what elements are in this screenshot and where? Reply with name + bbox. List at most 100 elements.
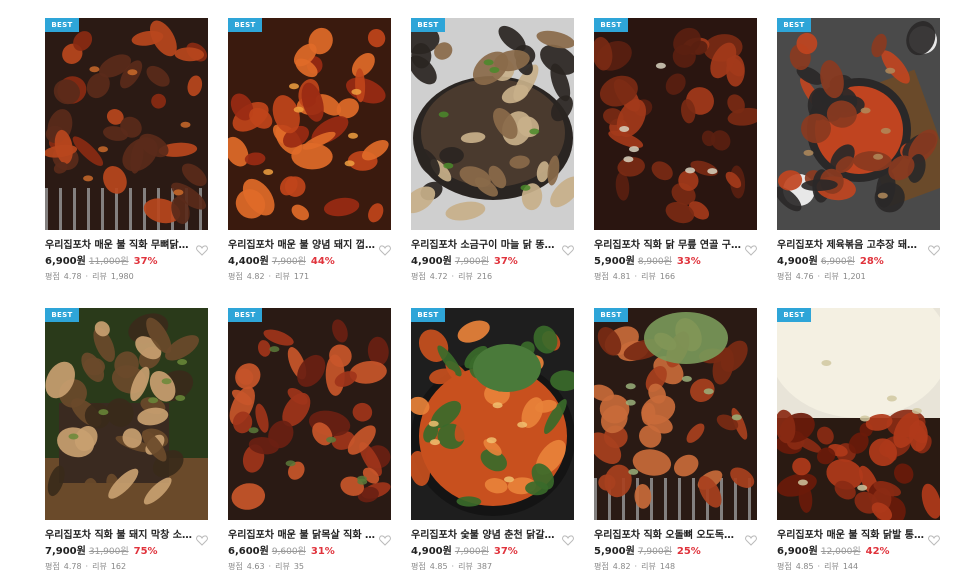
- product-image[interactable]: BEST: [411, 18, 574, 230]
- heart-icon[interactable]: [196, 531, 208, 546]
- separator: ·: [451, 562, 455, 571]
- product-image[interactable]: BEST: [45, 18, 208, 230]
- product-title[interactable]: 우리집포차 소금구이 마늘 닭 똥집 ...: [411, 238, 559, 254]
- review-count: 166: [659, 272, 676, 281]
- review-count: 1,980: [110, 272, 134, 281]
- product-title[interactable]: 우리집포차 매운 불 양념 돼지 껍데...: [228, 238, 376, 254]
- product-grid: BEST 우리집포차 매운 불 직화 무뼈닭발 ... 6,900원 11,000…: [0, 0, 966, 586]
- best-badge: BEST: [45, 308, 79, 322]
- product-card[interactable]: BEST 우리집포차 숯불 양념 춘천 닭갈비 ... 4,900원 7,900원…: [411, 308, 574, 574]
- heart-icon[interactable]: [562, 241, 574, 256]
- original-price: 11,000원: [88, 257, 129, 267]
- product-title[interactable]: 우리집포차 제육볶음 고추장 돼지 ...: [777, 238, 925, 254]
- heart-icon[interactable]: [928, 531, 940, 546]
- product-card[interactable]: BEST 우리집포차 소금구이 마늘 닭 똥집 ... 4,900원 7,900원…: [411, 18, 574, 284]
- heart-icon[interactable]: [562, 531, 574, 546]
- discount-rate: 37%: [493, 256, 518, 267]
- discount-rate: 25%: [676, 546, 701, 557]
- product-card[interactable]: BEST 우리집포차 매운 불 직화 무뼈닭발 ... 6,900원 11,000…: [45, 18, 208, 284]
- original-price: 9,600원: [271, 547, 306, 557]
- price-row: 4,900원 7,900원 37%: [411, 544, 574, 560]
- rating-review: 평점 4.78 · 리뷰 162: [45, 560, 208, 574]
- rating-label: 평점: [228, 272, 243, 281]
- price-row: 6,900원 12,000원 42%: [777, 544, 940, 560]
- product-card[interactable]: BEST 우리집포차 매운 불 닭목살 직화 구... 6,600원 9,600원…: [228, 308, 391, 574]
- price-row: 4,900원 7,900원 37%: [411, 254, 574, 270]
- discount-rate: 75%: [133, 546, 158, 557]
- product-card[interactable]: BEST 우리집포차 매운 불 양념 돼지 껍데... 4,400원 7,900원…: [228, 18, 391, 284]
- separator: ·: [85, 272, 89, 281]
- sale-price: 5,900원: [594, 546, 635, 557]
- sale-price: 4,900원: [411, 546, 452, 557]
- review-label: 리뷰: [641, 562, 656, 571]
- rating-label: 평점: [594, 272, 609, 281]
- discount-rate: 37%: [133, 256, 158, 267]
- review-count: 216: [476, 272, 493, 281]
- original-price: 7,900원: [271, 257, 306, 267]
- product-title[interactable]: 우리집포차 매운 불 닭목살 직화 구...: [228, 528, 376, 544]
- heart-icon[interactable]: [379, 531, 391, 546]
- separator: ·: [817, 272, 821, 281]
- product-image[interactable]: BEST: [777, 308, 940, 520]
- original-price: 31,900원: [88, 547, 129, 557]
- original-price: 7,900원: [454, 547, 489, 557]
- review-count: 148: [659, 562, 676, 571]
- rating-label: 평점: [411, 272, 426, 281]
- heart-icon[interactable]: [928, 241, 940, 256]
- review-count: 387: [476, 562, 493, 571]
- rating-label: 평점: [594, 562, 609, 571]
- product-title[interactable]: 우리집포차 직화 불 돼지 막창 소금...: [45, 528, 193, 544]
- rating-value: 4.76: [795, 272, 814, 281]
- product-card[interactable]: BEST 우리집포차 제육볶음 고추장 돼지 ... 4,900원 6,900원 2…: [777, 18, 940, 284]
- discount-rate: 33%: [676, 256, 701, 267]
- product-image[interactable]: BEST: [777, 18, 940, 230]
- rating-value: 4.78: [63, 562, 82, 571]
- product-card[interactable]: BEST 우리집포차 매운 불 직화 닭발 통 ... 6,900원 12,000…: [777, 308, 940, 574]
- heart-icon[interactable]: [196, 241, 208, 256]
- product-card[interactable]: BEST 우리집포차 직화 불 돼지 막창 소금... 7,900원 31,900…: [45, 308, 208, 574]
- separator: ·: [268, 272, 272, 281]
- rating-label: 평점: [411, 562, 426, 571]
- best-badge: BEST: [228, 18, 262, 32]
- rating-value: 4.72: [429, 272, 448, 281]
- best-badge: BEST: [777, 308, 811, 322]
- best-badge: BEST: [411, 18, 445, 32]
- discount-rate: 31%: [310, 546, 335, 557]
- best-badge: BEST: [411, 308, 445, 322]
- discount-rate: 28%: [859, 256, 884, 267]
- rating-label: 평점: [45, 562, 60, 571]
- product-image[interactable]: BEST: [228, 18, 391, 230]
- price-row: 4,900원 6,900원 28%: [777, 254, 940, 270]
- review-label: 리뷰: [824, 272, 839, 281]
- rating-value: 4.78: [63, 272, 82, 281]
- sale-price: 6,600원: [228, 546, 269, 557]
- product-title[interactable]: 우리집포차 숯불 양념 춘천 닭갈비 ...: [411, 528, 559, 544]
- product-image[interactable]: BEST: [594, 308, 757, 520]
- rating-value: 4.85: [429, 562, 448, 571]
- product-title[interactable]: 우리집포차 직화 닭 무릎 연골 구이...: [594, 238, 742, 254]
- sale-price: 4,400원: [228, 256, 269, 267]
- product-image[interactable]: BEST: [594, 18, 757, 230]
- separator: ·: [634, 272, 638, 281]
- review-count: 162: [110, 562, 127, 571]
- review-label: 리뷰: [824, 562, 839, 571]
- product-title[interactable]: 우리집포차 매운 불 직화 닭발 통 ...: [777, 528, 925, 544]
- product-image[interactable]: BEST: [45, 308, 208, 520]
- product-title[interactable]: 우리집포차 매운 불 직화 무뼈닭발 ...: [45, 238, 193, 254]
- product-card[interactable]: BEST 우리집포차 직화 닭 무릎 연골 구이... 5,900원 8,900원…: [594, 18, 757, 284]
- heart-icon[interactable]: [745, 241, 757, 256]
- rating-label: 평점: [45, 272, 60, 281]
- product-image[interactable]: BEST: [228, 308, 391, 520]
- original-price: 7,900원: [637, 547, 672, 557]
- heart-icon[interactable]: [379, 241, 391, 256]
- separator: ·: [268, 562, 272, 571]
- product-title[interactable]: 우리집포차 직화 오돌뼈 오도독뼈 ...: [594, 528, 742, 544]
- rating-label: 평점: [228, 562, 243, 571]
- original-price: 6,900원: [820, 257, 855, 267]
- heart-icon[interactable]: [745, 531, 757, 546]
- rating-label: 평점: [777, 272, 792, 281]
- price-row: 6,900원 11,000원 37%: [45, 254, 208, 270]
- product-card[interactable]: BEST 우리집포차 직화 오돌뼈 오도독뼈 ... 5,900원 7,900원 2…: [594, 308, 757, 574]
- review-label: 리뷰: [275, 272, 290, 281]
- product-image[interactable]: BEST: [411, 308, 574, 520]
